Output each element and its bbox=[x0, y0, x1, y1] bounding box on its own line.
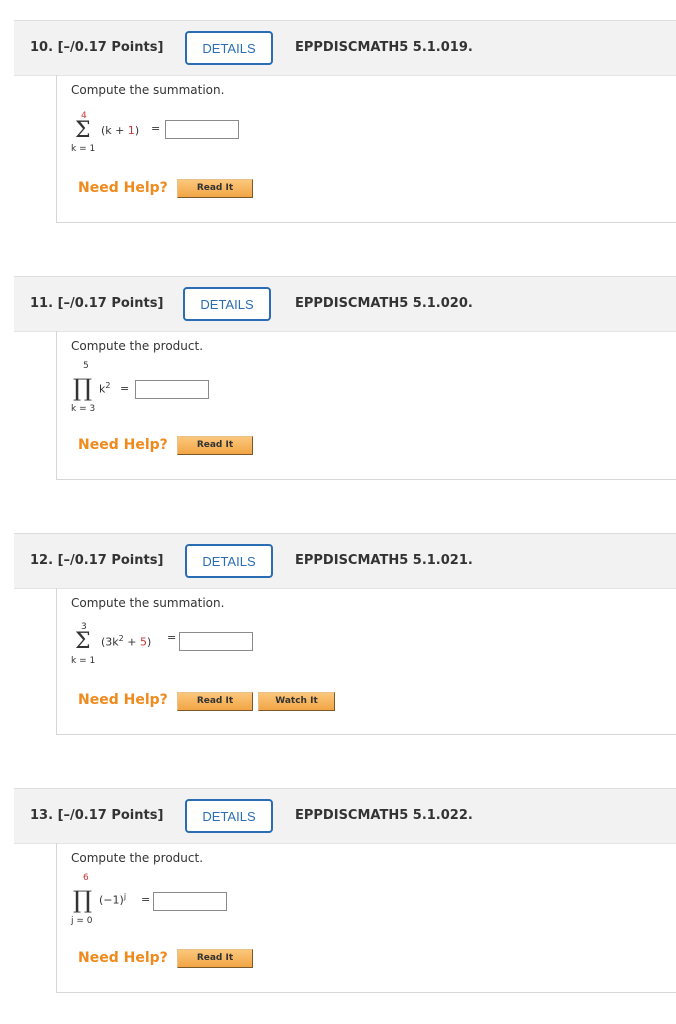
answer-input[interactable] bbox=[179, 632, 253, 651]
factor: (−1)j bbox=[99, 892, 127, 907]
summand: (3k2 + 5) bbox=[101, 634, 152, 649]
need-help-label: Need Help? bbox=[78, 180, 168, 196]
need-help-label: Need Help? bbox=[78, 950, 168, 966]
answer-input[interactable] bbox=[165, 120, 239, 139]
question-code: EPPDISCMATH5 5.1.022. bbox=[295, 808, 473, 823]
pi-icon: ∏ bbox=[73, 886, 93, 914]
upper-limit: 5 bbox=[83, 361, 89, 371]
equals-sign: = bbox=[151, 122, 161, 135]
question-header: 12. [–/0.17 Points] DETAILS EPPDISCMATH5… bbox=[14, 533, 676, 589]
question-prompt: Compute the product. bbox=[71, 851, 204, 865]
read-it-button[interactable]: Read It bbox=[177, 179, 253, 198]
details-button[interactable]: DETAILS bbox=[185, 544, 273, 578]
question-title: 10. [–/0.17 Points] bbox=[30, 40, 164, 55]
read-it-button[interactable]: Read It bbox=[177, 949, 253, 968]
answer-input[interactable] bbox=[153, 892, 227, 911]
question-prompt: Compute the summation. bbox=[71, 83, 225, 97]
equals-sign: = bbox=[120, 382, 130, 395]
answer-input[interactable] bbox=[135, 380, 209, 399]
lower-limit: k = 3 bbox=[71, 404, 96, 414]
question-code: EPPDISCMATH5 5.1.019. bbox=[295, 40, 473, 55]
question-body: Compute the summation. 4 Σ k = 1 (k + 1)… bbox=[56, 75, 676, 223]
need-help-label: Need Help? bbox=[78, 437, 168, 453]
upper-limit: 6 bbox=[83, 873, 89, 883]
lower-limit: k = 1 bbox=[71, 656, 96, 666]
question-code: EPPDISCMATH5 5.1.020. bbox=[295, 296, 473, 311]
question-code: EPPDISCMATH5 5.1.021. bbox=[295, 553, 473, 568]
equals-sign: = bbox=[141, 893, 151, 906]
question-body: Compute the product. 5 ∏ k = 3 k2 = Need… bbox=[56, 331, 676, 480]
question-body: Compute the summation. 3 Σ k = 1 (3k2 + … bbox=[56, 588, 676, 735]
details-button[interactable]: DETAILS bbox=[185, 31, 273, 65]
details-button[interactable]: DETAILS bbox=[183, 287, 271, 321]
sigma-icon: Σ bbox=[75, 118, 91, 143]
question-prompt: Compute the product. bbox=[71, 339, 204, 353]
read-it-button[interactable]: Read It bbox=[177, 692, 253, 711]
question-title: 11. [–/0.17 Points] bbox=[30, 296, 164, 311]
question-prompt: Compute the summation. bbox=[71, 596, 225, 610]
read-it-button[interactable]: Read It bbox=[177, 436, 253, 455]
details-button[interactable]: DETAILS bbox=[185, 799, 273, 833]
lower-limit: j = 0 bbox=[71, 916, 93, 926]
pi-icon: ∏ bbox=[73, 374, 93, 402]
summand: (k + 1) bbox=[101, 124, 140, 137]
watch-it-button[interactable]: Watch It bbox=[258, 692, 335, 711]
lower-limit: k = 1 bbox=[71, 144, 96, 154]
sigma-icon: Σ bbox=[75, 629, 91, 654]
factor: k2 bbox=[99, 381, 111, 396]
question-title: 13. [–/0.17 Points] bbox=[30, 808, 164, 823]
question-title: 12. [–/0.17 Points] bbox=[30, 553, 164, 568]
question-header: 13. [–/0.17 Points] DETAILS EPPDISCMATH5… bbox=[14, 788, 676, 844]
question-body: Compute the product. 6 ∏ j = 0 (−1)j = N… bbox=[56, 843, 676, 993]
question-header: 11. [–/0.17 Points] DETAILS EPPDISCMATH5… bbox=[14, 276, 676, 332]
need-help-label: Need Help? bbox=[78, 692, 168, 708]
question-header: 10. [–/0.17 Points] DETAILS EPPDISCMATH5… bbox=[14, 20, 676, 76]
equals-sign: = bbox=[167, 631, 177, 644]
